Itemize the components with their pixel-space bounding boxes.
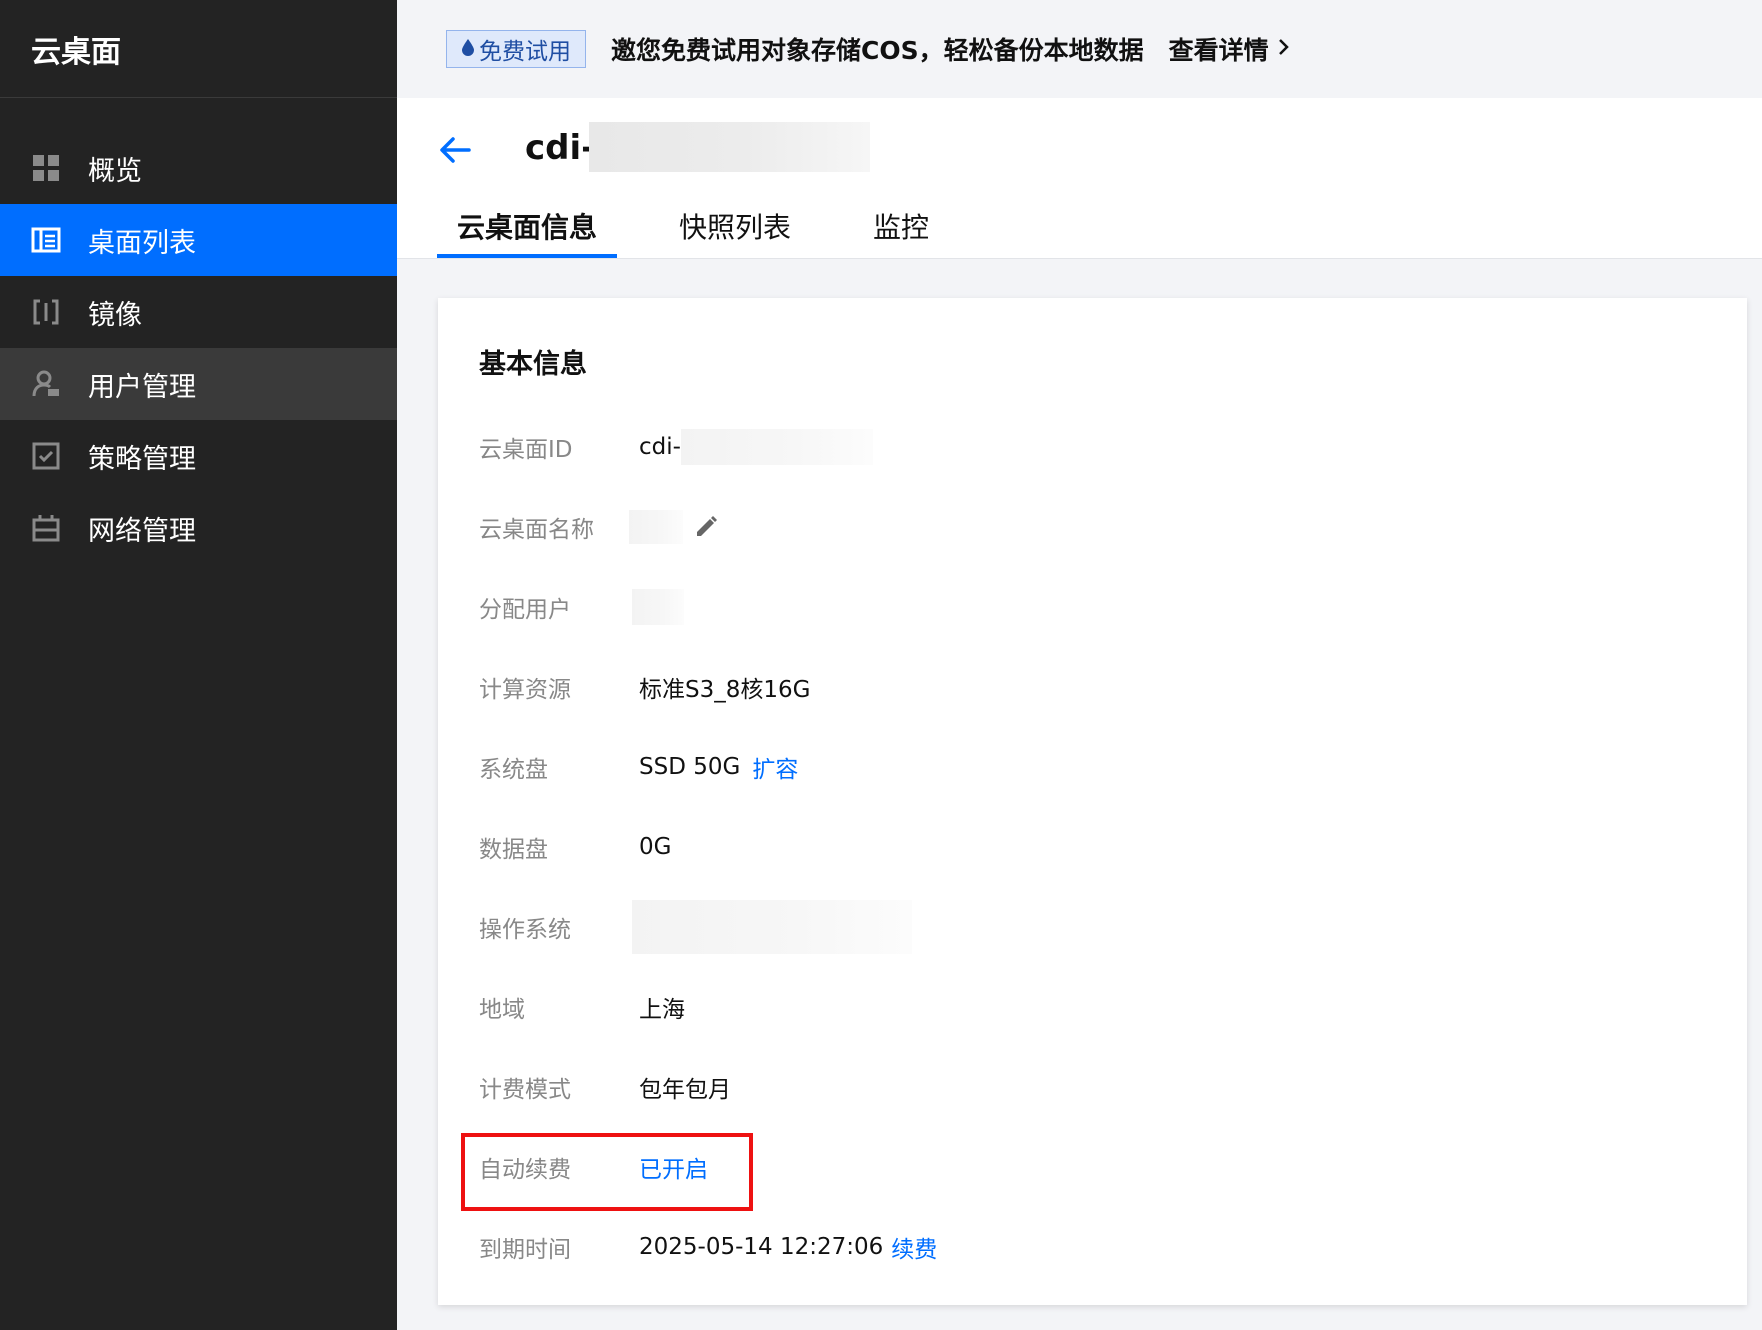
row-value-wrap: 2025-05-14 12:27:06 续费	[639, 1230, 937, 1264]
tab-snapshot-list[interactable]: 快照列表	[659, 198, 811, 258]
row-expire-time: 到期时间 2025-05-14 12:27:06 续费	[479, 1227, 937, 1267]
sidebar-item-desktop-list[interactable]: 桌面列表	[0, 204, 397, 276]
sidebar-item-image[interactable]: 镜像	[0, 276, 397, 348]
back-arrow-icon[interactable]	[435, 130, 475, 170]
redacted-name-block	[629, 510, 683, 544]
row-os: 操作系统	[479, 900, 912, 954]
sidebar-item-network-management[interactable]: 网络管理	[0, 492, 397, 564]
page-header: cdi- 云桌面信息 快照列表 监控	[397, 98, 1762, 259]
page-title: cdi-	[525, 128, 596, 168]
row-label: 计算资源	[479, 677, 571, 703]
row-compute: 计算资源 标准S3_8核16G	[479, 667, 810, 707]
row-value-wrap	[632, 589, 684, 625]
sidebar-item-label: 策略管理	[88, 443, 196, 475]
network-icon	[31, 513, 61, 543]
row-data-disk: 数据盘 0G	[479, 827, 671, 867]
row-value-wrap: SSD 50G 扩容	[639, 750, 798, 784]
card-title: 基本信息	[479, 349, 587, 380]
pencil-edit-icon[interactable]	[693, 514, 719, 540]
view-details-link[interactable]: 查看详情	[1169, 31, 1289, 67]
sidebar: 云桌面 概览 桌面列表 镜像 用户管理 策略管理 网络管理	[0, 0, 397, 1330]
data-disk-value: 0G	[639, 834, 672, 860]
row-value-wrap	[632, 900, 912, 954]
row-region: 地域 上海	[479, 987, 685, 1027]
row-label: 计费模式	[479, 1077, 571, 1103]
expire-time-value: 2025-05-14 12:27:06	[639, 1234, 884, 1260]
chevron-right-icon	[1277, 37, 1289, 62]
sidebar-item-label: 桌面列表	[88, 227, 196, 259]
brand-title: 云桌面	[0, 0, 397, 98]
highlight-box	[461, 1133, 753, 1211]
image-icon	[31, 297, 61, 327]
row-value-wrap: cdi-	[639, 429, 873, 465]
grid-icon	[31, 153, 61, 183]
row-label: 数据盘	[479, 837, 548, 863]
row-desktop-id: 云桌面ID cdi-	[479, 427, 873, 467]
redacted-os-block	[632, 900, 912, 954]
sidebar-item-overview[interactable]: 概览	[0, 132, 397, 204]
sidebar-nav: 概览 桌面列表 镜像 用户管理 策略管理 网络管理	[0, 132, 397, 564]
desktop-id-value: cdi-	[639, 434, 681, 460]
sidebar-item-label: 用户管理	[88, 371, 196, 403]
row-label: 云桌面ID	[479, 437, 573, 463]
row-label: 分配用户	[479, 597, 571, 623]
row-label: 系统盘	[479, 757, 548, 783]
promo-banner: 免费试用 邀您免费试用对象存储COS，轻松备份本地数据 查看详情	[397, 0, 1762, 98]
row-billing-mode: 计费模式 包年包月	[479, 1067, 731, 1107]
sidebar-item-label: 镜像	[88, 299, 142, 331]
free-trial-label: 免费试用	[479, 39, 571, 65]
policy-icon	[31, 441, 61, 471]
row-value-wrap	[629, 510, 719, 544]
expand-disk-link[interactable]: 扩容	[752, 750, 798, 784]
tab-bar: 云桌面信息 快照列表 监控	[437, 198, 991, 258]
redacted-id-block	[680, 429, 873, 465]
row-desktop-name: 云桌面名称	[479, 507, 719, 547]
row-label: 地域	[479, 997, 525, 1023]
tab-monitoring[interactable]: 监控	[853, 198, 949, 258]
region-value: 上海	[639, 997, 685, 1023]
row-label: 操作系统	[479, 917, 571, 943]
row-system-disk: 系统盘 SSD 50G 扩容	[479, 747, 798, 787]
row-label: 云桌面名称	[479, 517, 594, 543]
system-disk-value: SSD 50G	[639, 754, 741, 780]
renew-link[interactable]: 续费	[891, 1230, 937, 1264]
banner-text: 邀您免费试用对象存储COS，轻松备份本地数据	[611, 36, 1144, 65]
row-label: 到期时间	[479, 1237, 571, 1263]
free-trial-tag[interactable]: 免费试用	[446, 30, 586, 68]
redacted-title-block	[589, 122, 870, 172]
desktop-list-icon	[31, 225, 61, 255]
redacted-user-block	[632, 589, 684, 625]
user-icon	[31, 369, 61, 399]
sidebar-item-label: 概览	[88, 155, 142, 187]
row-assigned-user: 分配用户	[479, 587, 684, 627]
sidebar-item-label: 网络管理	[88, 515, 196, 547]
tab-desktop-info[interactable]: 云桌面信息	[437, 198, 618, 258]
compute-value: 标准S3_8核16G	[639, 677, 811, 703]
drop-icon	[461, 36, 475, 62]
sidebar-item-user-management[interactable]: 用户管理	[0, 348, 397, 420]
billing-mode-value: 包年包月	[639, 1077, 731, 1103]
view-details-label: 查看详情	[1168, 36, 1269, 65]
sidebar-item-policy-management[interactable]: 策略管理	[0, 420, 397, 492]
